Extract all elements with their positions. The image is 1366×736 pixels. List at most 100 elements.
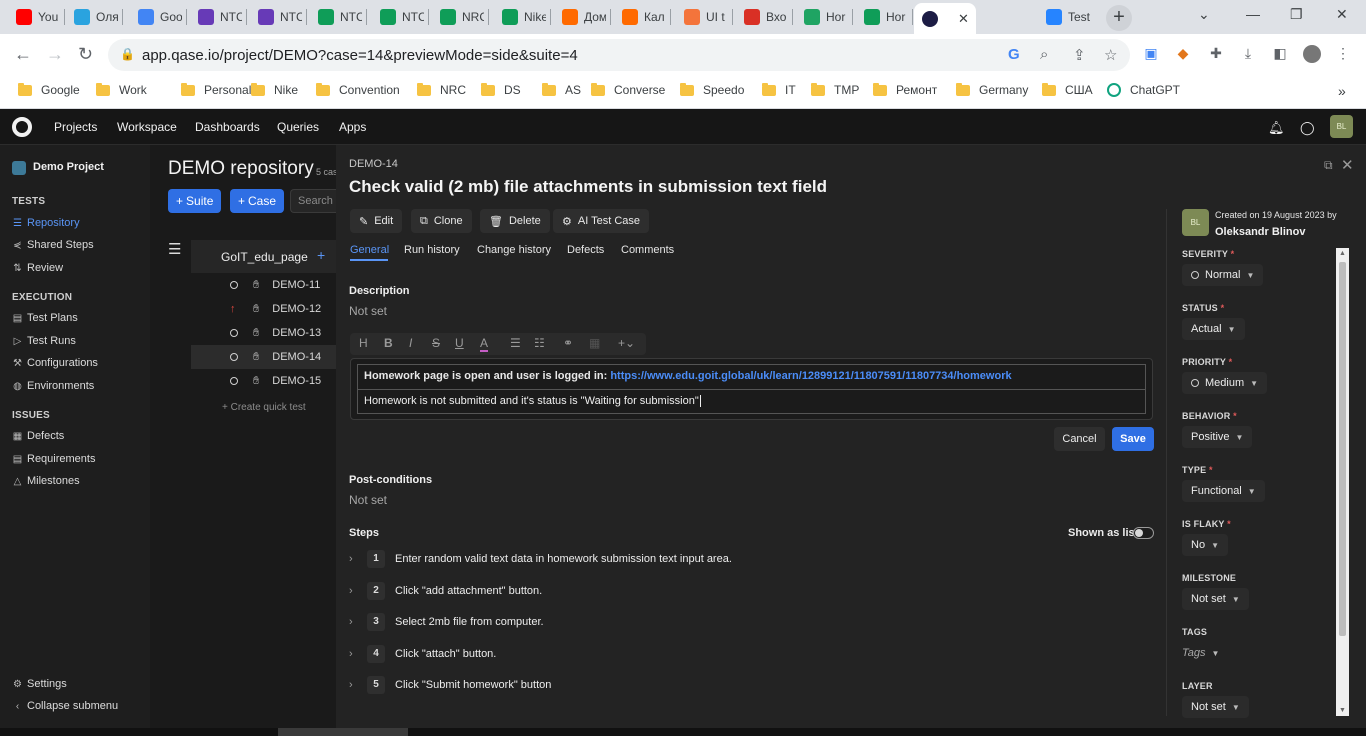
chat-icon[interactable]: ◯ <box>1300 120 1315 136</box>
profile-avatar[interactable] <box>1303 45 1321 63</box>
notifications-icon[interactable]: 🔔︎ <box>1268 120 1285 136</box>
chevron-right-icon[interactable]: › <box>349 648 359 660</box>
nav-workspace[interactable]: Workspace <box>117 120 177 134</box>
prop-select-milestone[interactable]: Not set ▼ <box>1182 588 1249 610</box>
scroll-up-icon[interactable]: ▲ <box>1339 250 1346 257</box>
search-input[interactable]: Search f <box>290 189 336 213</box>
insert-more-icon[interactable]: +⌄ <box>618 336 635 350</box>
bold-icon[interactable]: B <box>384 336 393 350</box>
close-window-icon[interactable]: ✕ <box>1336 6 1348 23</box>
case-row[interactable]: ✋︎ DEMO-14 <box>191 345 336 369</box>
sidebar-item-defects[interactable]: ▦ Defects <box>12 430 65 442</box>
forward-icon[interactable]: → <box>46 44 64 64</box>
collapse-submenu-button[interactable]: ‹ Collapse submenu <box>12 700 118 712</box>
restore-icon[interactable]: ❐ <box>1290 6 1303 23</box>
active-browser-tab[interactable]: ✕ <box>914 3 976 34</box>
scrollbar-thumb[interactable] <box>1339 262 1346 636</box>
browser-tab[interactable]: Дом <box>554 6 606 28</box>
prop-select-tags[interactable]: Tags ▼ <box>1182 642 1228 664</box>
delete-button[interactable]: 🗑︎ Delete <box>480 209 550 233</box>
sidebar-item-shared-steps[interactable]: ⋞ Shared Steps <box>12 239 93 251</box>
numbered-list-icon[interactable]: ☷ <box>534 336 545 350</box>
new-tab-button[interactable]: + <box>1106 5 1132 31</box>
taskbar-item[interactable] <box>278 728 408 736</box>
strike-icon[interactable]: S <box>432 336 440 350</box>
sidebar-item-review[interactable]: ⇅ Review <box>12 262 63 274</box>
text-color-icon[interactable]: A <box>480 336 489 352</box>
prop-select-status[interactable]: Actual ▼ <box>1182 318 1245 340</box>
browser-tab[interactable]: You <box>8 6 60 28</box>
ai-test-case-button[interactable]: ⚙ AI Test Case <box>553 209 650 233</box>
share-icon[interactable]: ⇪ <box>1073 46 1086 64</box>
shown-as-list-toggle[interactable] <box>1133 527 1154 539</box>
back-icon[interactable]: ← <box>14 44 32 64</box>
browser-tab[interactable]: UI t <box>676 6 728 28</box>
bookmark-item[interactable]: AS <box>542 82 581 97</box>
prop-select-severity[interactable]: Normal ▼ <box>1182 264 1264 286</box>
nav-apps[interactable]: Apps <box>339 120 366 134</box>
step-row[interactable]: › 3 Select 2mb file from computer. <box>349 612 544 632</box>
editor-table-row-1[interactable]: Homework page is open and user is logged… <box>357 364 1146 390</box>
add-suite-button[interactable]: + Suite <box>168 189 222 213</box>
nav-dashboards[interactable]: Dashboards <box>195 120 260 134</box>
browser-tab[interactable]: Вхо <box>736 6 788 28</box>
step-row[interactable]: › 2 Click "add attachment" button. <box>349 581 542 601</box>
extensions-icon[interactable]: ✚ <box>1207 45 1225 63</box>
link-icon[interactable]: ⚭ <box>563 336 573 350</box>
browser-tab[interactable]: Оля <box>66 6 118 28</box>
expand-icon[interactable]: ⧉ <box>1324 158 1333 173</box>
save-button[interactable]: Save <box>1112 427 1154 451</box>
prop-select-flaky[interactable]: No ▼ <box>1182 534 1228 556</box>
browser-menu-icon[interactable]: ⋮ <box>1334 45 1352 63</box>
reload-icon[interactable]: ↻ <box>78 44 93 64</box>
sidebar-item-repository[interactable]: ☰ Repository <box>12 217 80 229</box>
add-in-suite-icon[interactable]: + <box>317 247 325 263</box>
minimize-icon[interactable]: — <box>1246 6 1260 22</box>
tab-defects[interactable]: Defects <box>567 244 604 256</box>
tab-change-history[interactable]: Change history <box>477 244 551 256</box>
tab-comments[interactable]: Comments <box>621 244 674 256</box>
post-conditions-value[interactable]: Not set <box>349 493 387 507</box>
zoom-icon[interactable]: ⌕ <box>1040 46 1048 63</box>
more-bookmarks-icon[interactable]: » <box>1338 83 1346 99</box>
sidebar-item-environments[interactable]: ◍ Environments <box>12 380 94 392</box>
sidebar-item-test-runs[interactable]: ▷ Test Runs <box>12 335 76 347</box>
close-tab-icon[interactable]: ✕ <box>958 11 969 27</box>
bookmark-item[interactable]: NRC <box>417 82 466 97</box>
bookmark-item[interactable]: IT <box>762 82 796 97</box>
chevron-right-icon[interactable]: › <box>349 616 359 628</box>
scroll-down-icon[interactable]: ▼ <box>1339 707 1346 714</box>
prop-select-layer[interactable]: Not set ▼ <box>1182 696 1249 718</box>
underline-icon[interactable]: U <box>455 336 464 350</box>
sidebar-item-test-plans[interactable]: ▤ Test Plans <box>12 312 78 324</box>
suite-name[interactable]: GoIT_edu_page <box>221 250 308 264</box>
step-row[interactable]: › 5 Click "Submit homework" button <box>349 675 551 695</box>
chevron-right-icon[interactable]: › <box>349 679 359 691</box>
italic-icon[interactable]: I <box>409 336 412 350</box>
browser-tab[interactable]: Hor <box>796 6 848 28</box>
bookmark-item[interactable]: США <box>1042 82 1093 97</box>
side-panel-icon[interactable]: ◧ <box>1271 45 1289 63</box>
lock-icon[interactable]: 🔒 <box>120 47 135 61</box>
bookmark-item[interactable]: Google <box>18 82 80 97</box>
chevron-right-icon[interactable]: › <box>349 585 359 597</box>
browser-tab[interactable]: Hor <box>856 6 908 28</box>
browser-tab[interactable]: Goo <box>130 6 182 28</box>
case-row[interactable]: ✋︎ DEMO-13 <box>191 321 336 345</box>
translate-extension-icon[interactable]: ▣ <box>1142 45 1160 63</box>
bookmark-item[interactable]: Germany <box>956 82 1028 97</box>
author-name[interactable]: Oleksandr Blinov <box>1215 226 1305 238</box>
nav-queries[interactable]: Queries <box>277 120 319 134</box>
qase-logo-icon[interactable] <box>12 117 32 137</box>
chevron-right-icon[interactable]: › <box>349 553 359 565</box>
editor-table-row-2[interactable]: Homework is not submitted and it's statu… <box>357 389 1146 414</box>
props-scrollbar[interactable]: ▲ ▼ <box>1336 248 1349 716</box>
user-avatar[interactable]: BL <box>1330 115 1353 138</box>
browser-tab[interactable]: NTC <box>250 6 302 28</box>
browser-tab[interactable]: NTC <box>310 6 362 28</box>
bullet-list-icon[interactable]: ☰ <box>510 336 521 350</box>
cancel-button[interactable]: Cancel <box>1054 427 1105 451</box>
tab-search-icon[interactable]: ⌄ <box>1198 6 1210 23</box>
close-panel-icon[interactable]: ✕ <box>1341 156 1354 174</box>
bookmark-item[interactable]: Converse <box>591 82 665 97</box>
